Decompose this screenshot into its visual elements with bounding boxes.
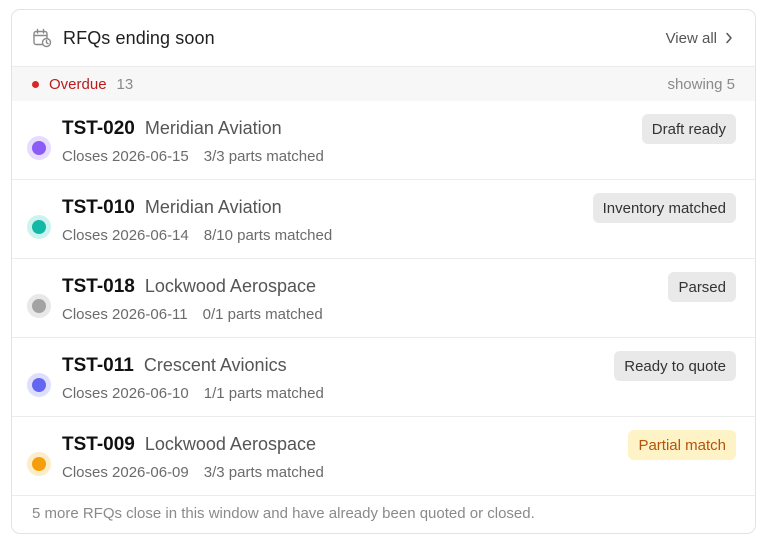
parts-matched: 3/3 parts matched xyxy=(203,464,324,481)
parts-matched: 3/3 parts matched xyxy=(203,148,324,165)
customer-name: Meridian Aviation xyxy=(144,197,282,217)
rfq-id: TST-020 xyxy=(62,118,135,139)
section-label: Overdue xyxy=(49,75,107,93)
footer-note: 5 more RFQs close in this window and hav… xyxy=(32,504,535,522)
status-badge: Ready to quote xyxy=(614,351,736,381)
rfq-list: TST-020 Meridian Aviation Closes 2026-06… xyxy=(12,101,755,496)
rfq-id: TST-011 xyxy=(62,355,134,376)
status-avatar xyxy=(27,215,51,239)
status-badge: Draft ready xyxy=(641,114,736,144)
calendar-clock-icon xyxy=(32,28,52,48)
parts-matched: 0/1 parts matched xyxy=(202,306,323,323)
status-badge: Parsed xyxy=(668,272,736,302)
rfq-row[interactable]: TST-010 Meridian Aviation Closes 2026-06… xyxy=(12,180,755,259)
status-avatar xyxy=(27,452,51,476)
overdue-section-header: Overdue 13 showing 5 xyxy=(12,67,755,101)
chevron-right-icon xyxy=(725,32,735,44)
overdue-status-dot xyxy=(32,80,39,88)
customer-name: Lockwood Aerospace xyxy=(144,276,316,296)
rfq-id: TST-010 xyxy=(62,197,135,218)
card-title: RFQs ending soon xyxy=(63,27,215,48)
rfq-row[interactable]: TST-018 Lockwood Aerospace Closes 2026-0… xyxy=(12,259,755,338)
rfq-id: TST-018 xyxy=(62,276,135,297)
status-avatar xyxy=(27,136,51,160)
customer-name: Lockwood Aerospace xyxy=(144,434,316,454)
rfq-row[interactable]: TST-009 Lockwood Aerospace Closes 2026-0… xyxy=(12,417,755,496)
parts-matched: 1/1 parts matched xyxy=(203,385,324,402)
parts-matched: 8/10 parts matched xyxy=(203,227,333,244)
status-avatar xyxy=(27,294,51,318)
close-date: Closes 2026-06-14 xyxy=(62,227,189,244)
customer-name: Meridian Aviation xyxy=(144,118,282,138)
showing-count: showing 5 xyxy=(667,75,735,93)
view-all-link[interactable]: View all xyxy=(666,30,735,47)
rfq-row[interactable]: TST-020 Meridian Aviation Closes 2026-06… xyxy=(12,101,755,180)
status-avatar xyxy=(27,373,51,397)
rfq-id: TST-009 xyxy=(62,434,135,455)
close-date: Closes 2026-06-10 xyxy=(62,385,189,402)
section-count: 13 xyxy=(116,75,134,93)
close-date: Closes 2026-06-15 xyxy=(62,148,189,165)
status-badge: Partial match xyxy=(628,430,736,460)
close-date: Closes 2026-06-09 xyxy=(62,464,189,481)
card-header: RFQs ending soon View all xyxy=(12,10,755,67)
rfq-row[interactable]: TST-011 Crescent Avionics Closes 2026-06… xyxy=(12,338,755,417)
close-date: Closes 2026-06-11 xyxy=(62,306,188,323)
status-badge: Inventory matched xyxy=(592,193,736,223)
view-all-label: View all xyxy=(665,29,717,47)
rfqs-ending-soon-card: RFQs ending soon View all Overdue 13 sho… xyxy=(11,9,756,534)
customer-name: Crescent Avionics xyxy=(143,355,287,375)
